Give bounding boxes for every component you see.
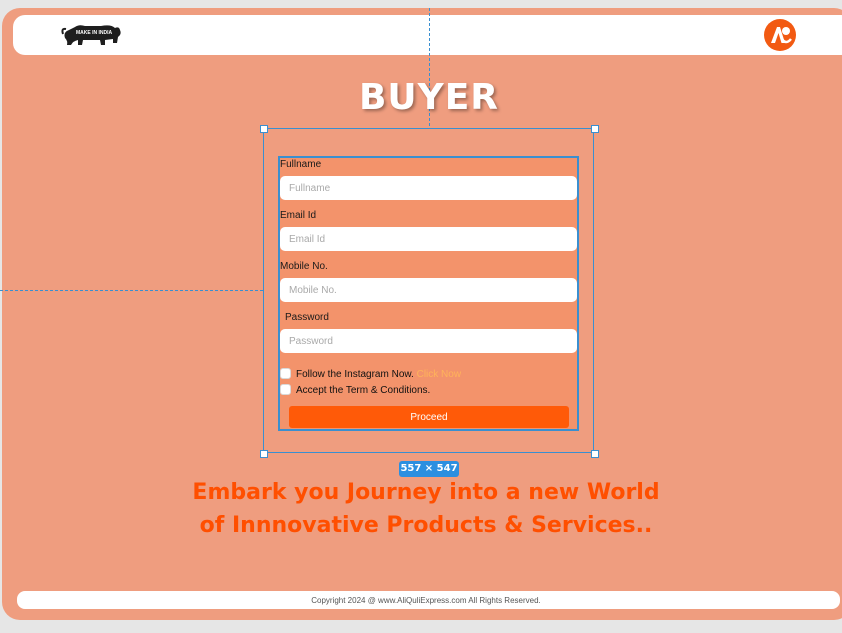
mobile-input[interactable]: [280, 278, 577, 302]
aliquli-logo-icon: [764, 19, 796, 51]
fullname-label: Fullname: [280, 159, 322, 170]
brand-logo[interactable]: [763, 18, 797, 52]
alignment-guide-horizontal: [0, 290, 263, 291]
click-now-link[interactable]: Click Now: [417, 369, 461, 380]
tagline-line-1: Embark you Journey into a new World: [192, 480, 660, 505]
mobile-label: Mobile No.: [280, 261, 328, 272]
password-input[interactable]: [280, 329, 577, 353]
fullname-input[interactable]: [280, 176, 577, 200]
page-title: BUYER: [358, 77, 500, 118]
header-bar: [13, 15, 842, 55]
terms-check-label: Accept the Term & Conditions.: [296, 385, 431, 396]
instagram-checkbox[interactable]: [280, 368, 291, 379]
selection-size-badge: 557 × 547: [399, 461, 459, 477]
resize-handle-bottom-right[interactable]: [591, 450, 599, 458]
resize-handle-bottom-left[interactable]: [260, 450, 268, 458]
make-in-india-logo[interactable]: MAKE IN INDIA: [61, 20, 123, 50]
logo-text: MAKE IN INDIA: [76, 30, 113, 36]
email-label: Email Id: [280, 210, 317, 221]
password-label: Password: [285, 312, 329, 323]
resize-handle-top-left[interactable]: [260, 125, 268, 133]
tagline-line-2: of Innnovative Products & Services..: [199, 513, 653, 538]
copyright-text: Copyright 2024 @ www.AliQuliExpress.com …: [311, 596, 541, 605]
instagram-check-text: Follow the Instagram Now.: [296, 369, 414, 380]
resize-handle-top-right[interactable]: [591, 125, 599, 133]
instagram-check-label: Follow the Instagram Now. Click Now: [296, 369, 461, 380]
terms-checkbox[interactable]: [280, 384, 291, 395]
proceed-button[interactable]: Proceed: [289, 406, 569, 428]
email-input[interactable]: [280, 227, 577, 251]
